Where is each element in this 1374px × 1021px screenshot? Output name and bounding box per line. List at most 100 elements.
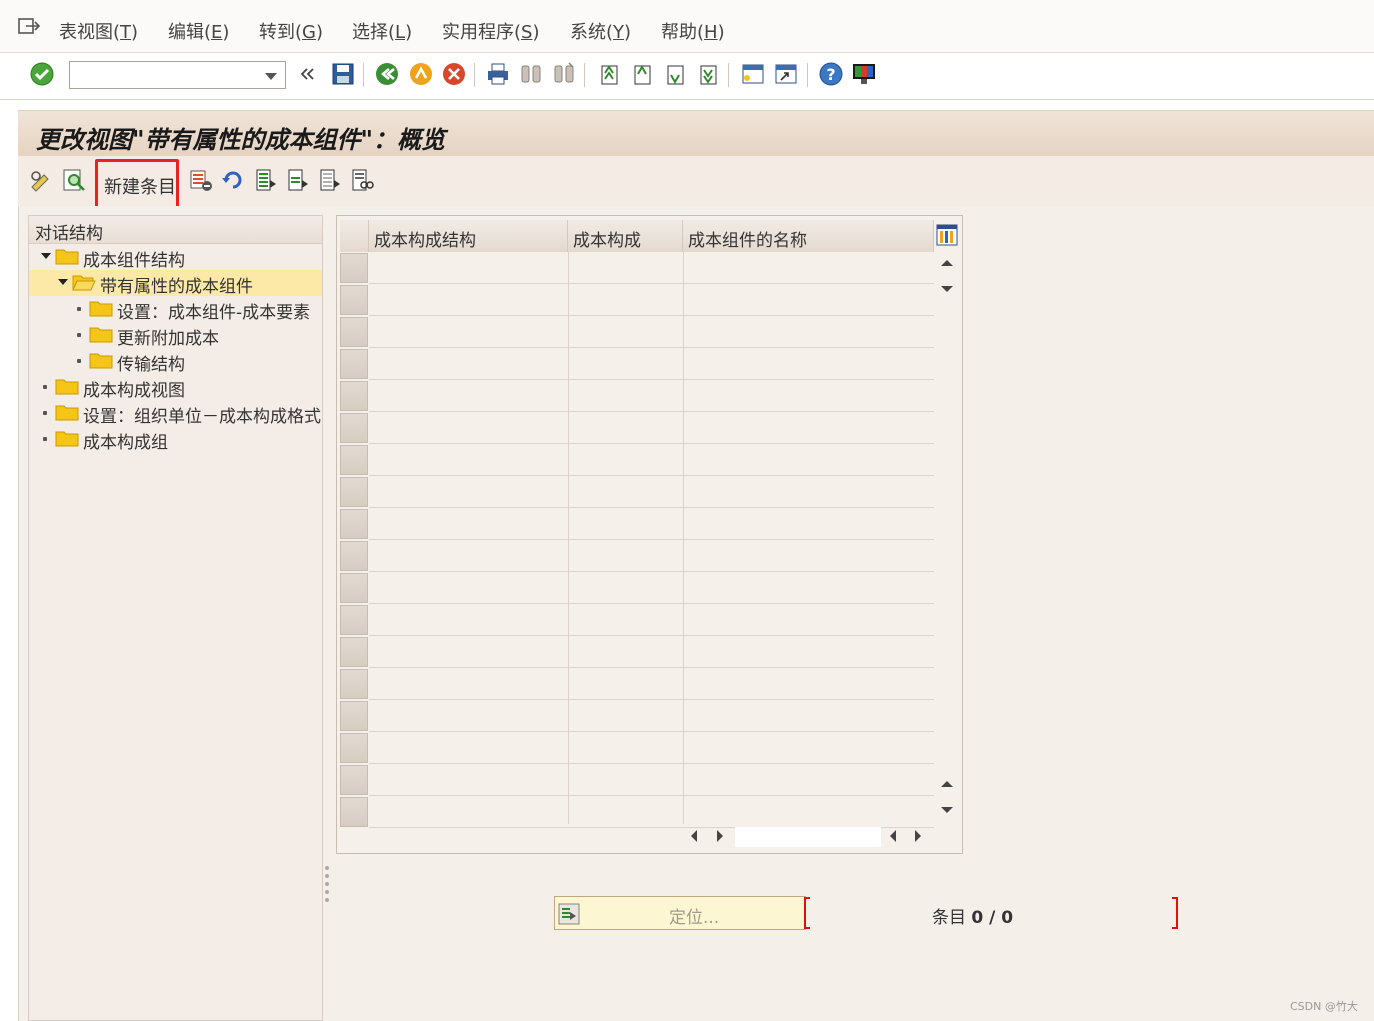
tree-node-selected[interactable]: 带有属性的成本组件: [29, 270, 322, 296]
toolbar-separator: [728, 63, 729, 87]
position-button[interactable]: 定位...: [554, 896, 806, 930]
row-selector[interactable]: [340, 701, 368, 731]
row-divider: [369, 347, 934, 348]
select-all-header[interactable]: [340, 220, 369, 252]
display-change-icon[interactable]: [29, 168, 53, 192]
delete-row-icon[interactable]: [189, 168, 213, 192]
tree-node[interactable]: 成本构成组: [29, 426, 322, 452]
cancel-icon[interactable]: [441, 61, 467, 87]
column-header[interactable]: 成本构成结构: [369, 220, 568, 252]
tree-node[interactable]: 设置：成本组件-成本要素: [29, 296, 322, 322]
scroll-page-down-icon[interactable]: [941, 807, 953, 813]
svg-text:?: ?: [826, 65, 835, 84]
command-field[interactable]: [69, 61, 286, 89]
open-folder-icon: [72, 275, 96, 291]
leaf-bullet-icon: [77, 333, 81, 337]
entries-bracket-right: [1172, 897, 1178, 929]
row-selector[interactable]: [340, 445, 368, 475]
row-selector[interactable]: [340, 573, 368, 603]
column-header[interactable]: 成本组件的名称: [683, 220, 934, 252]
scroll-right-icon[interactable]: [915, 830, 921, 842]
page-title: 更改视图"带有属性的成本组件"：概览: [36, 125, 446, 154]
scroll-page-up-icon[interactable]: [941, 781, 953, 787]
create-session-icon[interactable]: [740, 61, 766, 87]
undo-change-icon[interactable]: [221, 168, 245, 192]
menu-help[interactable]: 帮助(H): [661, 18, 725, 44]
dialog-structure-panel: 对话结构 成本组件结构 带有属性的成本组件 设置：成本组件-成本要素 更新附加成…: [28, 215, 323, 1021]
entries-counter: 条目 0 / 0: [932, 908, 1014, 928]
previous-page-icon[interactable]: [629, 61, 655, 87]
scroll-down-icon[interactable]: [941, 286, 953, 292]
scroll-up-icon[interactable]: [941, 260, 953, 266]
menu-exit-icon[interactable]: [18, 17, 40, 35]
row-selector[interactable]: [340, 605, 368, 635]
generate-shortcut-icon[interactable]: [773, 61, 799, 87]
expand-triangle-icon[interactable]: [58, 279, 68, 285]
leaf-bullet-icon: [77, 359, 81, 363]
find-icon[interactable]: [518, 61, 544, 87]
row-selector[interactable]: [340, 733, 368, 763]
tree-node[interactable]: 成本构成视图: [29, 374, 322, 400]
menu-selection[interactable]: 选择(L): [352, 18, 412, 44]
row-selector[interactable]: [340, 413, 368, 443]
deselect-all-icon[interactable]: [318, 168, 342, 192]
scroll-left-icon[interactable]: [890, 830, 896, 842]
column-header[interactable]: 成本构成: [568, 220, 683, 252]
save-icon[interactable]: [330, 61, 356, 87]
scroll-left-icon[interactable]: [691, 830, 697, 842]
tree-node[interactable]: 成本组件结构: [29, 244, 322, 270]
row-selector[interactable]: [340, 381, 368, 411]
menu-table-view[interactable]: 表视图(T): [59, 18, 138, 44]
next-page-icon[interactable]: [662, 61, 688, 87]
table-settings-icon[interactable]: [936, 224, 958, 246]
customize-layout-icon[interactable]: [851, 61, 877, 87]
row-selector[interactable]: [340, 349, 368, 379]
find-next-icon[interactable]: [551, 61, 577, 87]
row-divider: [369, 763, 934, 764]
select-block-icon[interactable]: [286, 168, 310, 192]
row-selector[interactable]: [340, 317, 368, 347]
menu-utilities[interactable]: 实用程序(S): [442, 18, 540, 44]
row-divider: [369, 475, 934, 476]
tree-node[interactable]: 传输结构: [29, 348, 322, 374]
print-list-icon[interactable]: [350, 168, 374, 192]
menu-edit[interactable]: 编辑(E): [168, 18, 229, 44]
leaf-bullet-icon: [77, 307, 81, 311]
new-entries-button[interactable]: 新建条目: [95, 159, 179, 209]
enter-check-icon[interactable]: [29, 61, 55, 87]
row-selector[interactable]: [340, 797, 368, 827]
menu-system[interactable]: 系统(Y): [570, 18, 631, 44]
vertical-scrollbar[interactable]: [936, 252, 958, 824]
expand-triangle-icon[interactable]: [41, 253, 51, 259]
row-selector[interactable]: [340, 509, 368, 539]
tree-node[interactable]: 更新附加成本: [29, 322, 322, 348]
first-page-icon[interactable]: [596, 61, 622, 87]
title-bar: 更改视图"带有属性的成本组件"：概览: [18, 110, 1374, 157]
tree-header: 对话结构: [29, 216, 322, 244]
horizontal-scrollbar[interactable]: [735, 827, 881, 847]
row-selector[interactable]: [340, 285, 368, 315]
menu-goto[interactable]: 转到(G): [259, 18, 323, 44]
row-selector[interactable]: [340, 637, 368, 667]
tree-node[interactable]: 设置：组织单位－成本构成格式: [29, 400, 322, 426]
print-icon[interactable]: [485, 61, 511, 87]
collapse-double-chevron-icon[interactable]: [297, 61, 319, 87]
leaf-bullet-icon: [43, 437, 47, 441]
exit-icon[interactable]: [408, 61, 434, 87]
select-all-icon[interactable]: [254, 168, 278, 192]
row-selector[interactable]: [340, 477, 368, 507]
row-selector[interactable]: [340, 253, 368, 283]
row-selector[interactable]: [340, 765, 368, 795]
row-selector[interactable]: [340, 541, 368, 571]
back-icon[interactable]: [374, 61, 400, 87]
row-divider: [369, 315, 934, 316]
last-page-icon[interactable]: [695, 61, 721, 87]
row-selector[interactable]: [340, 669, 368, 699]
folder-icon: [55, 431, 79, 447]
panel-splitter[interactable]: [325, 866, 330, 908]
scroll-right-icon[interactable]: [717, 830, 723, 842]
display-detail-icon[interactable]: [62, 168, 86, 192]
help-icon[interactable]: ?: [818, 61, 844, 87]
row-divider: [369, 635, 934, 636]
chevron-down-icon[interactable]: [265, 73, 277, 80]
